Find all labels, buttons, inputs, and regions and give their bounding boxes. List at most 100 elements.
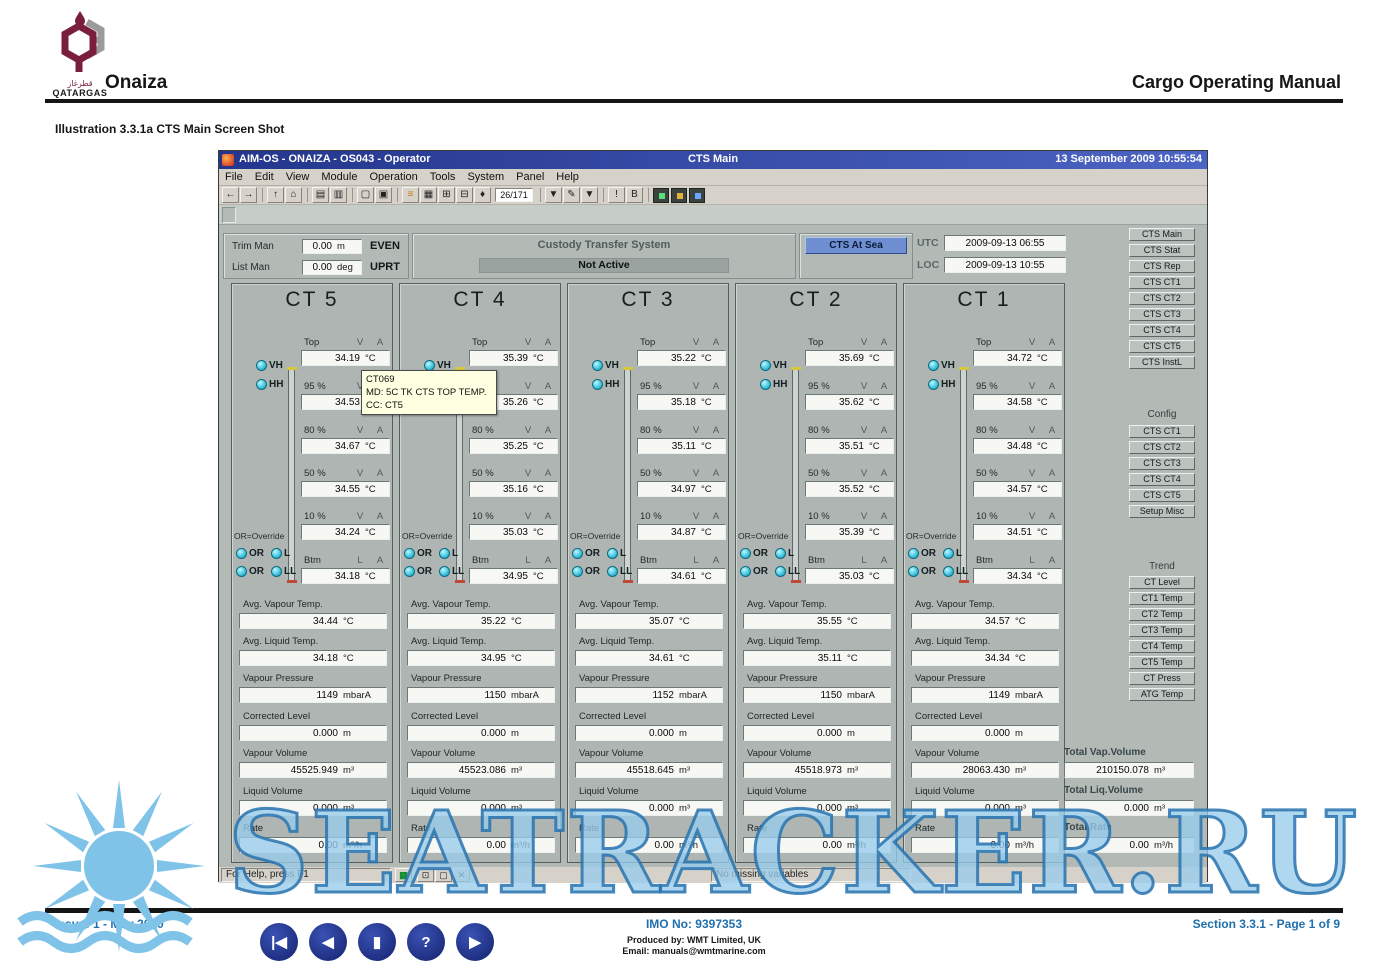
sidebar-button-cts-stat[interactable]: CTS Stat — [1129, 244, 1195, 257]
sidebar-button-cts-ct4[interactable]: CTS CT4 — [1129, 473, 1195, 486]
sidebar-button-ct5-temp[interactable]: CT5 Temp — [1129, 656, 1195, 669]
sidebar-button-cts-ct5[interactable]: CTS CT5 — [1129, 489, 1195, 502]
sidebar-button-cts-ct5[interactable]: CTS CT5 — [1129, 340, 1195, 353]
stat-label: Rate — [239, 823, 387, 836]
next-page-button[interactable]: ▶ — [456, 923, 494, 961]
sidebar-button-cts-ct4[interactable]: CTS CT4 — [1129, 324, 1195, 337]
first-page-button[interactable]: |◀ — [260, 923, 298, 961]
sensor-row-p80: 80 %VA34.67°C — [301, 423, 390, 454]
sensor-row-p80: 80 %VA34.48°C — [973, 423, 1062, 454]
sidebar-button-ct3-temp[interactable]: CT3 Temp — [1129, 624, 1195, 637]
sidebar-button-ct-level[interactable]: CT Level — [1129, 576, 1195, 589]
menu-item-panel[interactable]: Panel — [516, 171, 544, 183]
gauge-low-mark-icon — [623, 580, 633, 583]
stat-value: 0.000m — [911, 725, 1059, 741]
sensor-value: 34.61°C — [637, 568, 726, 584]
sidebar-button-cts-ct3[interactable]: CTS CT3 — [1129, 308, 1195, 321]
cts-at-sea-button[interactable]: CTS At Sea — [805, 237, 907, 254]
menu-item-operation[interactable]: Operation — [369, 171, 417, 183]
menu-item-module[interactable]: Module — [321, 171, 357, 183]
bell-icon[interactable]: ♦ — [474, 187, 491, 203]
sidebar-button-ct2-temp[interactable]: CT2 Temp — [1129, 608, 1195, 621]
sensor-value: 34.18°C — [301, 568, 390, 584]
sidebar-button-cts-rep[interactable]: CTS Rep — [1129, 260, 1195, 273]
menu-item-help[interactable]: Help — [556, 171, 579, 183]
grid-icon[interactable]: ⊟ — [456, 187, 473, 203]
menu-item-view[interactable]: View — [286, 171, 310, 183]
tray-icon[interactable]: ▦ — [395, 868, 412, 882]
menu-item-tools[interactable]: Tools — [430, 171, 456, 183]
cascade-icon[interactable]: ⊞ — [438, 187, 455, 203]
sensor-row-top: TopVA34.19°C — [301, 335, 390, 366]
window-close-icon[interactable]: ✕ — [453, 868, 470, 882]
pen-icon[interactable]: ✎ — [563, 187, 580, 203]
trim-input[interactable]: 0.00m — [302, 239, 362, 254]
help-button[interactable]: ? — [407, 923, 445, 961]
filter-icon[interactable]: ▼ — [545, 187, 562, 203]
override-note: OR=Override — [906, 531, 956, 541]
menu-item-file[interactable]: File — [225, 171, 243, 183]
tile-icon[interactable]: ▦ — [420, 187, 437, 203]
stat-value: 28063.430m³ — [911, 762, 1059, 778]
sidebar-button-cts-ct1[interactable]: CTS CT1 — [1129, 425, 1195, 438]
sidebar-button-setup-misc[interactable]: Setup Misc — [1129, 505, 1195, 518]
sidebar-button-ct1-temp[interactable]: CT1 Temp — [1129, 592, 1195, 605]
stat-label: Avg. Liquid Temp. — [743, 636, 891, 649]
sidebar-button-cts-ct2[interactable]: CTS CT2 — [1129, 441, 1195, 454]
header-rule — [45, 99, 1343, 103]
ll-led-icon — [271, 566, 282, 577]
alarm-summary-icon[interactable]: ≡ — [402, 187, 419, 203]
home-icon[interactable]: ⌂ — [285, 187, 302, 203]
tab-slot — [222, 207, 236, 223]
gauge-high-mark-icon — [791, 367, 801, 370]
vh-indicator: VH — [256, 360, 283, 371]
sensor-value: 34.57°C — [973, 481, 1062, 497]
footer-section: Section 3.3.1 - Page 1 of 9 — [1193, 917, 1340, 931]
exclaim-icon[interactable]: ! — [608, 187, 625, 203]
sidebar-button-cts-instl[interactable]: CTS InstL — [1129, 356, 1195, 369]
forward-icon[interactable]: → — [240, 187, 257, 203]
mail-icon[interactable]: ▣ — [375, 187, 392, 203]
stat-label: Liquid Volume — [239, 786, 387, 799]
list-input[interactable]: 0.00deg — [302, 260, 362, 275]
sensor-row-btm: BtmLA34.18°C — [301, 553, 390, 584]
valid-column-label: V — [1022, 425, 1042, 436]
pen-drop-icon[interactable]: ▼ — [581, 187, 598, 203]
footer-producer: Produced by: WMT Limited, UK — [0, 935, 1388, 945]
sidebar-button-ct4-temp[interactable]: CT4 Temp — [1129, 640, 1195, 653]
sidebar-button-atg-temp[interactable]: ATG Temp — [1129, 688, 1195, 701]
hh-indicator: HH — [592, 379, 619, 390]
stat-row-level: Corrected Level0.000m — [239, 711, 387, 741]
sensor-row-p80: 80 %VA35.11°C — [637, 423, 726, 454]
bookmark-button[interactable]: ▮ — [358, 923, 396, 961]
loc-value: 2009-09-13 10:55 — [944, 257, 1066, 273]
valid-column-label: V — [518, 381, 538, 392]
stat-value: 0.000m³ — [407, 800, 555, 816]
previous-page-button[interactable]: ◀ — [309, 923, 347, 961]
list-view-icon[interactable]: ▤ — [312, 187, 329, 203]
sensor-row-label: 50 % — [973, 468, 1022, 479]
hh-indicator: HH — [928, 379, 955, 390]
sidebar-button-cts-ct1[interactable]: CTS CT1 — [1129, 276, 1195, 289]
sensor-row-label: 95 % — [805, 381, 854, 392]
sidebar-button-cts-main[interactable]: CTS Main — [1129, 228, 1195, 241]
detail-view-icon[interactable]: ▥ — [330, 187, 347, 203]
window-maximize-icon[interactable]: ▢ — [435, 868, 452, 882]
window-restore-icon[interactable]: ⊡ — [417, 868, 434, 882]
valid-column-label: L — [686, 555, 706, 566]
stat-value: 1150mbarA — [407, 687, 555, 703]
sensor-value: 34.67°C — [301, 438, 390, 454]
stat-value: 0.000m — [575, 725, 723, 741]
sidebar-button-cts-ct2[interactable]: CTS CT2 — [1129, 292, 1195, 305]
sidebar-button-cts-ct3[interactable]: CTS CT3 — [1129, 457, 1195, 470]
up-icon[interactable]: ↑ — [267, 187, 284, 203]
tank-title: CT 3 — [568, 288, 728, 312]
sensor-row-label: 10 % — [301, 511, 350, 522]
sidebar-button-ct-press[interactable]: CT Press — [1129, 672, 1195, 685]
menu-item-edit[interactable]: Edit — [255, 171, 274, 183]
alarm-column-label: A — [538, 468, 558, 479]
bold-icon[interactable]: B — [626, 187, 643, 203]
menu-item-system[interactable]: System — [467, 171, 504, 183]
back-icon[interactable]: ← — [222, 187, 239, 203]
page-icon[interactable]: ▢ — [357, 187, 374, 203]
